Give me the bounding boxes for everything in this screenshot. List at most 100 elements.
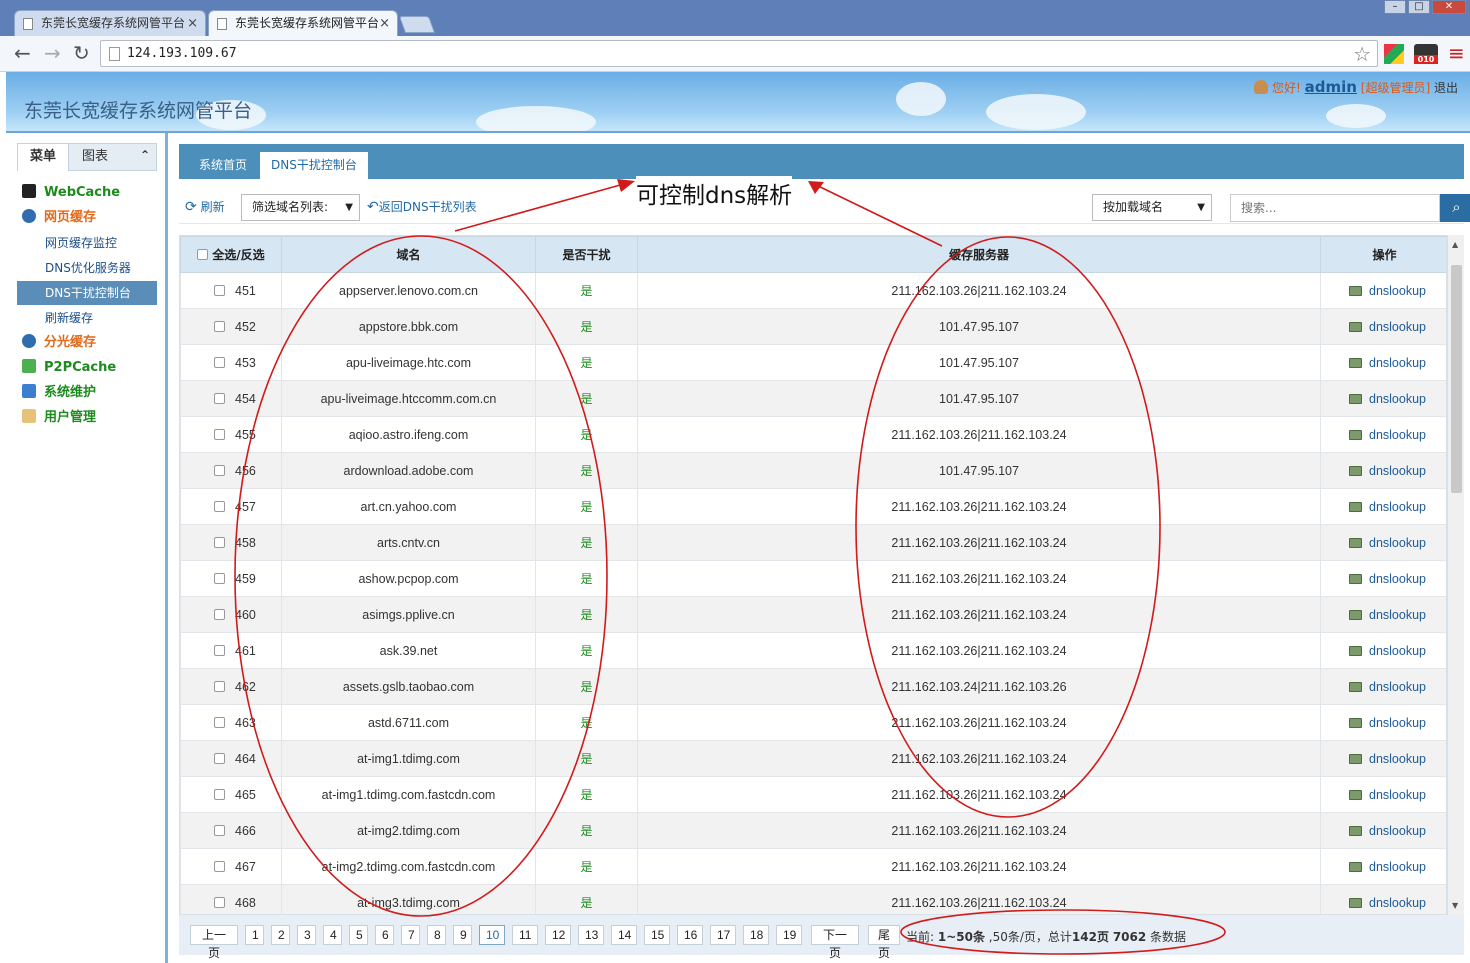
collapse-icon[interactable]: ⌃	[140, 148, 150, 162]
dnslookup-link[interactable]: dnslookup	[1320, 560, 1446, 597]
row-checkbox[interactable]	[214, 824, 225, 836]
dnslookup-link[interactable]: dnslookup	[1320, 596, 1446, 633]
refresh-button[interactable]: ⟳ 刷新	[185, 198, 225, 215]
dnslookup-link[interactable]: dnslookup	[1320, 740, 1446, 777]
next-page-button[interactable]: 下一页	[811, 925, 859, 960]
dnslookup-link[interactable]: dnslookup	[1320, 848, 1446, 885]
search-input[interactable]	[1230, 194, 1440, 222]
scroll-up-icon[interactable]: ▲	[1452, 240, 1458, 249]
sidebar-item-split-cache[interactable]: 分光缓存	[22, 332, 96, 354]
back-arrow-icon[interactable]: ←	[14, 42, 31, 64]
bookmark-star-icon[interactable]: ☆	[1353, 42, 1371, 66]
dnslookup-link[interactable]: dnslookup	[1320, 524, 1446, 561]
dnslookup-link[interactable]: dnslookup	[1320, 488, 1446, 525]
page-button[interactable]: 16	[677, 925, 703, 945]
domain-filter-select[interactable]: 筛选域名列表: ▼	[241, 194, 360, 221]
dnslookup-link[interactable]: dnslookup	[1320, 812, 1446, 849]
page-button[interactable]: 5	[349, 925, 368, 945]
tab-menu[interactable]: 菜单	[18, 144, 70, 171]
page-button[interactable]: 1	[245, 925, 264, 945]
row-checkbox[interactable]	[214, 536, 225, 548]
dnslookup-link[interactable]: dnslookup	[1320, 776, 1446, 813]
dnslookup-link[interactable]: dnslookup	[1320, 452, 1446, 489]
page-button[interactable]: 15	[644, 925, 670, 945]
row-checkbox[interactable]	[214, 320, 225, 332]
scroll-down-icon[interactable]: ▼	[1452, 901, 1458, 910]
row-checkbox[interactable]	[214, 788, 225, 800]
row-checkbox[interactable]	[214, 860, 225, 872]
page-button[interactable]: 14	[611, 925, 637, 945]
menu-icon[interactable]: ≡	[1448, 42, 1465, 64]
minimize-button[interactable]: –	[1384, 0, 1406, 14]
row-checkbox[interactable]	[214, 608, 225, 620]
extension-icon[interactable]	[1384, 44, 1404, 64]
logout-link[interactable]: 退出	[1434, 81, 1458, 95]
dnslookup-link[interactable]: dnslookup	[1320, 416, 1446, 453]
tab-dns-console[interactable]: DNS干扰控制台	[260, 152, 368, 179]
dnslookup-link[interactable]: dnslookup	[1320, 884, 1446, 914]
prev-page-button[interactable]: 上一页	[190, 925, 238, 960]
last-page-button[interactable]: 尾页	[868, 925, 900, 960]
extension-010-icon[interactable]: 010	[1414, 44, 1438, 64]
page-button[interactable]: 18	[743, 925, 769, 945]
sidebar-item-user-mgmt[interactable]: 用户管理	[22, 407, 96, 429]
reload-icon[interactable]: ↻	[73, 42, 90, 64]
row-checkbox[interactable]	[214, 896, 225, 908]
sidebar-item-p2pcache[interactable]: P2PCache	[22, 357, 116, 379]
page-button[interactable]: 10	[479, 925, 505, 945]
page-button[interactable]: 4	[323, 925, 342, 945]
load-domain-select[interactable]: 按加载域名 ▼	[1092, 194, 1212, 221]
row-checkbox[interactable]	[214, 752, 225, 764]
new-tab-button[interactable]	[398, 16, 436, 33]
dnslookup-link[interactable]: dnslookup	[1320, 704, 1446, 741]
tab-home[interactable]: 系统首页	[188, 152, 258, 179]
scroll-thumb[interactable]	[1451, 265, 1462, 493]
sidebar-item-webcache[interactable]: WebCache	[22, 182, 120, 204]
row-checkbox[interactable]	[214, 644, 225, 656]
page-button[interactable]: 13	[578, 925, 604, 945]
select-all-checkbox[interactable]	[197, 249, 209, 260]
tab-charts[interactable]: 图表	[70, 144, 120, 171]
address-bar[interactable]: 124.193.109.67 ☆	[100, 40, 1378, 67]
page-button[interactable]: 12	[545, 925, 571, 945]
sidebar-item-web-cache[interactable]: 网页缓存	[22, 207, 96, 229]
row-checkbox[interactable]	[214, 464, 225, 476]
dnslookup-link[interactable]: dnslookup	[1320, 344, 1446, 381]
row-checkbox[interactable]	[214, 356, 225, 368]
close-icon[interactable]: ×	[187, 11, 198, 36]
page-button[interactable]: 9	[453, 925, 472, 945]
row-checkbox[interactable]	[214, 572, 225, 584]
dnslookup-link[interactable]: dnslookup	[1320, 632, 1446, 669]
row-checkbox[interactable]	[214, 500, 225, 512]
row-checkbox[interactable]	[214, 716, 225, 728]
browser-tab-1[interactable]: 东莞长宽缓存系统网管平台 ×	[14, 10, 206, 36]
dnslookup-link[interactable]: dnslookup	[1320, 308, 1446, 345]
select-all-header[interactable]: 全选/反选	[180, 236, 282, 273]
page-button[interactable]: 8	[427, 925, 446, 945]
page-button[interactable]: 17	[710, 925, 736, 945]
browser-tab-2[interactable]: 东莞长宽缓存系统网管平台 ×	[208, 10, 398, 36]
page-button[interactable]: 6	[375, 925, 394, 945]
search-button[interactable]: ⌕	[1440, 194, 1470, 222]
sidebar-subitem-dns-optimize[interactable]: DNS优化服务器	[17, 256, 157, 280]
dnslookup-link[interactable]: dnslookup	[1320, 668, 1446, 705]
page-button[interactable]: 7	[401, 925, 420, 945]
row-checkbox[interactable]	[214, 392, 225, 404]
row-checkbox[interactable]	[214, 284, 225, 296]
maximize-button[interactable]: □	[1408, 0, 1430, 14]
row-checkbox[interactable]	[214, 428, 225, 440]
sidebar-subitem-refresh-cache[interactable]: 刷新缓存	[17, 306, 157, 330]
page-button[interactable]: 11	[512, 925, 538, 945]
table-scrollbar[interactable]: ▲ ▼	[1447, 235, 1464, 915]
page-button[interactable]: 19	[776, 925, 802, 945]
sidebar-subitem-cache-monitor[interactable]: 网页缓存监控	[17, 231, 157, 255]
sidebar-item-system-maint[interactable]: 系统维护	[22, 382, 96, 404]
dnslookup-link[interactable]: dnslookup	[1320, 272, 1446, 309]
window-close-button[interactable]: ✕	[1432, 0, 1466, 14]
page-button[interactable]: 2	[271, 925, 290, 945]
row-checkbox[interactable]	[214, 680, 225, 692]
page-button[interactable]: 3	[297, 925, 316, 945]
close-icon[interactable]: ×	[379, 11, 390, 36]
sidebar-subitem-dns-console[interactable]: DNS干扰控制台	[17, 281, 157, 305]
dnslookup-link[interactable]: dnslookup	[1320, 380, 1446, 417]
